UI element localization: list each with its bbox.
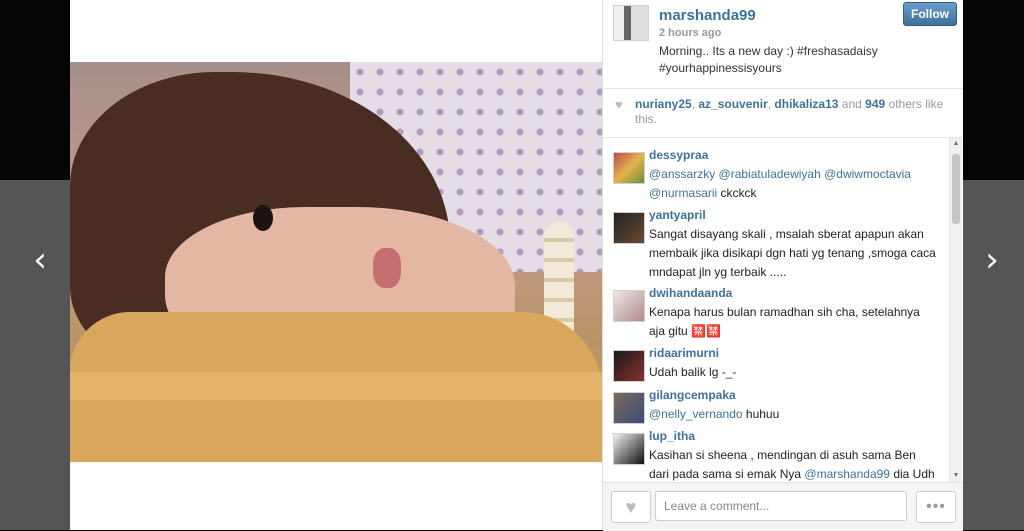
- mention-link[interactable]: @nelly_vernando: [649, 407, 743, 421]
- mention-link[interactable]: @anssarzky @rabiatuladewiyah @dwiwmoctav…: [649, 167, 911, 181]
- comment-item: ridaarimurni Udah balik lg -_-: [603, 340, 943, 382]
- liker-link[interactable]: az_souvenir: [698, 97, 767, 111]
- commenter-username[interactable]: dessypraa: [649, 148, 708, 162]
- post-photo[interactable]: [70, 62, 602, 462]
- next-arrow-icon[interactable]: ›: [972, 240, 1012, 280]
- commenter-username[interactable]: gilangcempaka: [649, 388, 736, 402]
- liker-link[interactable]: dhikaliza13: [774, 97, 838, 111]
- comment-text: @nelly_vernando huhuu: [649, 407, 780, 421]
- caption-line-2[interactable]: #yourhappinessisyours: [659, 61, 782, 75]
- mention-link[interactable]: @nurmasarii: [649, 186, 717, 200]
- follow-button[interactable]: Follow: [903, 2, 957, 26]
- heart-icon: ♥: [625, 497, 637, 517]
- heart-icon: ♥: [615, 97, 623, 112]
- comment-footer: ♥ •••: [603, 482, 963, 531]
- commenter-avatar[interactable]: [613, 152, 645, 184]
- comments-scrollbar[interactable]: ▲ ▼: [949, 138, 962, 482]
- comment-item: dwihandaanda Kenapa harus bulan ramadhan…: [603, 280, 943, 342]
- commenter-avatar[interactable]: [613, 392, 645, 424]
- comment-item: yantyapril Sangat disayang skali , msala…: [603, 202, 943, 282]
- comments-list: dessypraa @anssarzky @rabiatuladewiyah @…: [603, 138, 948, 482]
- likes-text: nuriany25, az_souvenir, dhikaliza13 and …: [635, 97, 944, 126]
- comment-text: Kasihan si sheena , mendingan di asuh sa…: [649, 448, 935, 481]
- comment-text: @anssarzky @rabiatuladewiyah @dwiwmoctav…: [649, 167, 911, 200]
- post-time[interactable]: 2 hours ago: [659, 27, 721, 39]
- commenter-username[interactable]: lup_itha: [649, 429, 695, 443]
- commenter-username[interactable]: dwihandaanda: [649, 286, 732, 300]
- like-button[interactable]: ♥: [611, 491, 651, 523]
- more-dots-icon: •••: [926, 498, 946, 515]
- scroll-up-icon[interactable]: ▲: [951, 139, 961, 149]
- commenter-username[interactable]: yantyapril: [649, 208, 706, 222]
- mention-link[interactable]: @marshanda99: [804, 467, 890, 481]
- comment-item: gilangcempaka @nelly_vernando huhuu: [603, 382, 943, 424]
- scroll-down-icon[interactable]: ▼: [951, 471, 961, 481]
- author-avatar[interactable]: [613, 5, 649, 41]
- author-username[interactable]: marshanda99: [659, 7, 756, 24]
- liker-link[interactable]: nuriany25: [635, 97, 692, 111]
- more-options-button[interactable]: •••: [916, 491, 956, 523]
- commenter-avatar[interactable]: [613, 290, 645, 322]
- likes-count[interactable]: 949: [865, 97, 885, 111]
- comment-text: Sangat disayang skali , msalah sberat ap…: [649, 227, 936, 279]
- caption-line-1: Morning.. Its a new day :) #freshasadais…: [659, 44, 878, 58]
- post-caption: Morning.. Its a new day :) #freshasadais…: [659, 43, 899, 77]
- comment-text: Udah balik lg -_-: [649, 365, 737, 379]
- likes-section: ♥ nuriany25, az_souvenir, dhikaliza13 an…: [603, 89, 963, 138]
- previous-arrow-icon[interactable]: ‹: [20, 240, 60, 280]
- scroll-thumb[interactable]: [952, 154, 960, 224]
- commenter-avatar[interactable]: [613, 433, 645, 465]
- comment-item: dessypraa @anssarzky @rabiatuladewiyah @…: [603, 142, 943, 202]
- commenter-username[interactable]: ridaarimurni: [649, 346, 719, 360]
- post-sidebar: marshanda99 2 hours ago Morning.. Its a …: [602, 0, 963, 531]
- commenter-avatar[interactable]: [613, 212, 645, 244]
- post-header: marshanda99 2 hours ago Morning.. Its a …: [603, 0, 963, 89]
- photo-area: [70, 0, 602, 530]
- comment-item: lup_itha Kasihan si sheena , mendingan d…: [603, 423, 943, 482]
- post-modal: marshanda99 2 hours ago Morning.. Its a …: [70, 0, 963, 531]
- comment-input[interactable]: [655, 491, 907, 521]
- comment-text: Kenapa harus bulan ramadhan sih cha, set…: [649, 305, 920, 338]
- commenter-avatar[interactable]: [613, 350, 645, 382]
- likes-and: and: [841, 97, 862, 111]
